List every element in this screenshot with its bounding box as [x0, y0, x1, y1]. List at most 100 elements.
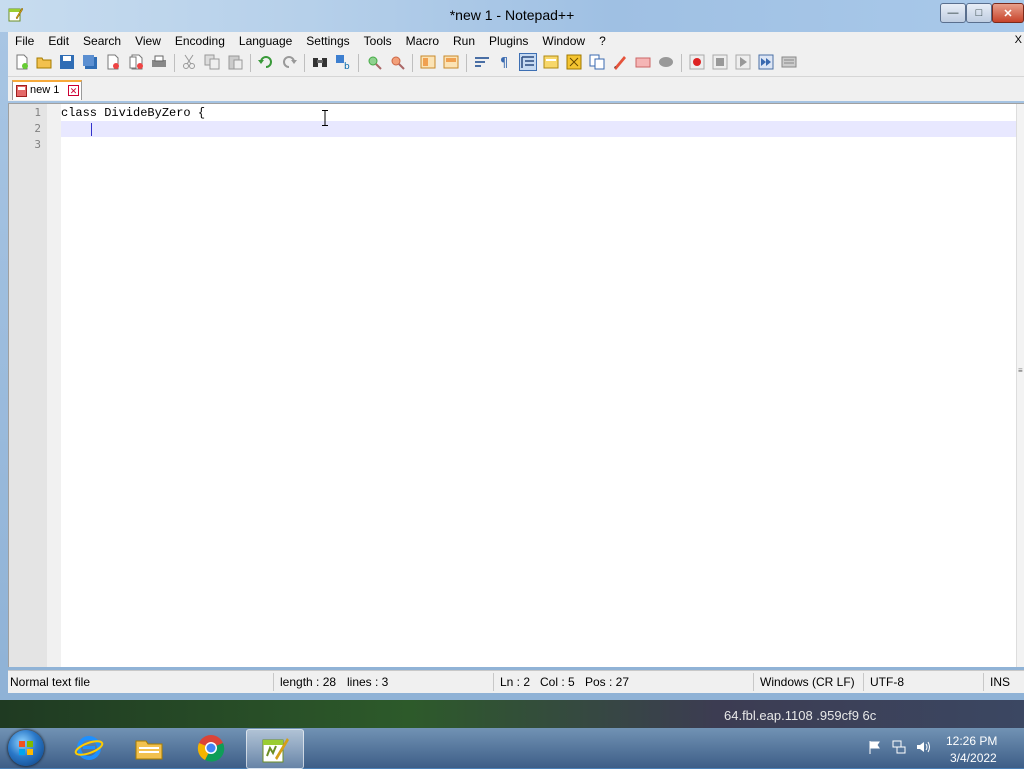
- menu-macro[interactable]: Macro: [399, 32, 446, 50]
- playback-macro-icon[interactable]: [735, 54, 751, 70]
- status-lines: lines : 3: [347, 675, 389, 689]
- close-button[interactable]: ✕: [992, 3, 1024, 23]
- status-eol-format[interactable]: Windows (CR LF): [760, 675, 855, 689]
- menu-run[interactable]: Run: [446, 32, 482, 50]
- close-all-icon[interactable]: [128, 54, 144, 70]
- maximize-button[interactable]: □: [966, 3, 992, 23]
- function-list-icon[interactable]: [589, 54, 605, 70]
- code-line-1[interactable]: class DivideByZero {: [61, 105, 1016, 121]
- save-macro-icon[interactable]: [781, 54, 797, 70]
- cut-icon[interactable]: [181, 54, 197, 70]
- editor-pane[interactable]: 1 2 3 class DivideByZero { ≡: [8, 103, 1024, 667]
- start-button[interactable]: [8, 730, 44, 766]
- menu-plugins[interactable]: Plugins: [482, 32, 535, 50]
- menu-window[interactable]: Window: [535, 32, 592, 50]
- status-encoding[interactable]: UTF-8: [870, 675, 904, 689]
- menu-language[interactable]: Language: [232, 32, 299, 50]
- status-divider: [863, 673, 864, 691]
- save-all-icon[interactable]: [82, 54, 98, 70]
- clock-time[interactable]: 12:26 PM: [946, 734, 997, 748]
- undo-icon[interactable]: [258, 54, 274, 70]
- clock-date[interactable]: 3/4/2022: [950, 751, 997, 765]
- tab-close-icon[interactable]: ✕: [68, 85, 79, 96]
- status-file-type: Normal text file: [10, 675, 91, 689]
- redo-icon[interactable]: [281, 54, 297, 70]
- notepadpp-icon: [262, 738, 289, 763]
- code-line-2-current[interactable]: [61, 121, 1016, 137]
- folder-as-workspace-icon[interactable]: [612, 54, 628, 70]
- paste-icon[interactable]: [227, 54, 243, 70]
- taskbar-internet-explorer[interactable]: [62, 729, 118, 767]
- close-file-icon[interactable]: [105, 54, 121, 70]
- status-column[interactable]: Col : 5: [540, 675, 575, 689]
- close-document-x[interactable]: X: [1015, 34, 1022, 46]
- title-bar[interactable]: *new 1 - Notepad++ — □ ✕: [0, 0, 1024, 32]
- show-all-characters-icon[interactable]: ¶: [497, 54, 513, 70]
- stop-recording-icon[interactable]: [712, 54, 728, 70]
- volume-icon[interactable]: [916, 740, 930, 754]
- new-file-icon[interactable]: [14, 54, 30, 70]
- folder-icon: [135, 740, 163, 760]
- minimize-button[interactable]: —: [940, 3, 966, 23]
- network-icon[interactable]: [892, 740, 906, 754]
- zoom-out-icon[interactable]: [389, 54, 405, 70]
- menu-encoding[interactable]: Encoding: [168, 32, 232, 50]
- line-number: 1: [34, 106, 41, 119]
- action-center-flag-icon[interactable]: [868, 740, 882, 754]
- indent-guide-icon[interactable]: [519, 53, 537, 71]
- wallpaper-text: 64.fbl.eap.1108 .959cf9 6c: [724, 708, 877, 723]
- user-defined-language-icon[interactable]: [543, 54, 559, 70]
- taskbar: 12:26 PM 3/4/2022: [0, 728, 1024, 769]
- toolbar-separator: [681, 54, 682, 72]
- chrome-icon: [197, 735, 225, 762]
- document-map-icon[interactable]: [566, 54, 582, 70]
- monitoring-icon[interactable]: [635, 54, 651, 70]
- copy-icon[interactable]: [204, 54, 220, 70]
- zoom-in-icon[interactable]: [366, 54, 382, 70]
- notepadpp-window: *new 1 - Notepad++ — □ ✕ File Edit Searc…: [0, 0, 1024, 700]
- taskbar-chrome[interactable]: [184, 729, 240, 767]
- run-macro-multiple-icon[interactable]: [758, 54, 774, 70]
- sync-vertical-icon[interactable]: [420, 54, 436, 70]
- fold-margin[interactable]: [47, 104, 61, 667]
- status-insert-mode[interactable]: INS: [990, 675, 1010, 689]
- vertical-scrollbar[interactable]: ≡: [1016, 104, 1024, 667]
- scroll-grip-icon[interactable]: ≡: [1018, 366, 1023, 375]
- replace-icon[interactable]: b: [335, 54, 351, 70]
- taskbar-notepad-plus-plus[interactable]: [246, 729, 304, 769]
- save-icon[interactable]: [59, 54, 75, 70]
- macro-panel-icon[interactable]: [658, 54, 674, 70]
- menu-settings[interactable]: Settings: [299, 32, 356, 50]
- print-icon[interactable]: [151, 54, 167, 70]
- code-area[interactable]: class DivideByZero {: [61, 104, 1016, 667]
- status-line-number[interactable]: Ln : 2: [500, 675, 530, 689]
- status-divider: [983, 673, 984, 691]
- menu-bar: File Edit Search View Encoding Language …: [8, 32, 1024, 50]
- text-caret: [91, 123, 92, 136]
- toolbar-separator: [358, 54, 359, 72]
- status-position[interactable]: Pos : 27: [585, 675, 629, 689]
- find-icon[interactable]: [312, 54, 328, 70]
- toolbar: b ¶: [8, 50, 1024, 77]
- menu-tools[interactable]: Tools: [357, 32, 399, 50]
- menu-view[interactable]: View: [128, 32, 168, 50]
- menu-search[interactable]: Search: [76, 32, 128, 50]
- word-wrap-icon[interactable]: [474, 54, 490, 70]
- line-number: 3: [34, 138, 41, 151]
- status-divider: [273, 673, 274, 691]
- menu-edit[interactable]: Edit: [41, 32, 76, 50]
- sync-horizontal-icon[interactable]: [443, 54, 459, 70]
- menu-file[interactable]: File: [8, 32, 41, 50]
- menu-help[interactable]: ?: [592, 32, 613, 50]
- status-divider: [753, 673, 754, 691]
- taskbar-file-explorer[interactable]: [122, 729, 178, 767]
- svg-text:b: b: [344, 62, 350, 70]
- unsaved-file-icon: [16, 85, 27, 97]
- status-bar: Normal text file length : 28 lines : 3 L…: [8, 670, 1024, 693]
- open-file-icon[interactable]: [36, 54, 52, 70]
- record-macro-icon[interactable]: [689, 54, 705, 70]
- tab-new-1[interactable]: new 1 ✕: [12, 80, 82, 100]
- code-line-3[interactable]: [61, 137, 1016, 153]
- status-length: length : 28: [280, 675, 337, 689]
- desktop-wallpaper: 64.fbl.eap.1108 .959cf9 6c: [0, 700, 1024, 728]
